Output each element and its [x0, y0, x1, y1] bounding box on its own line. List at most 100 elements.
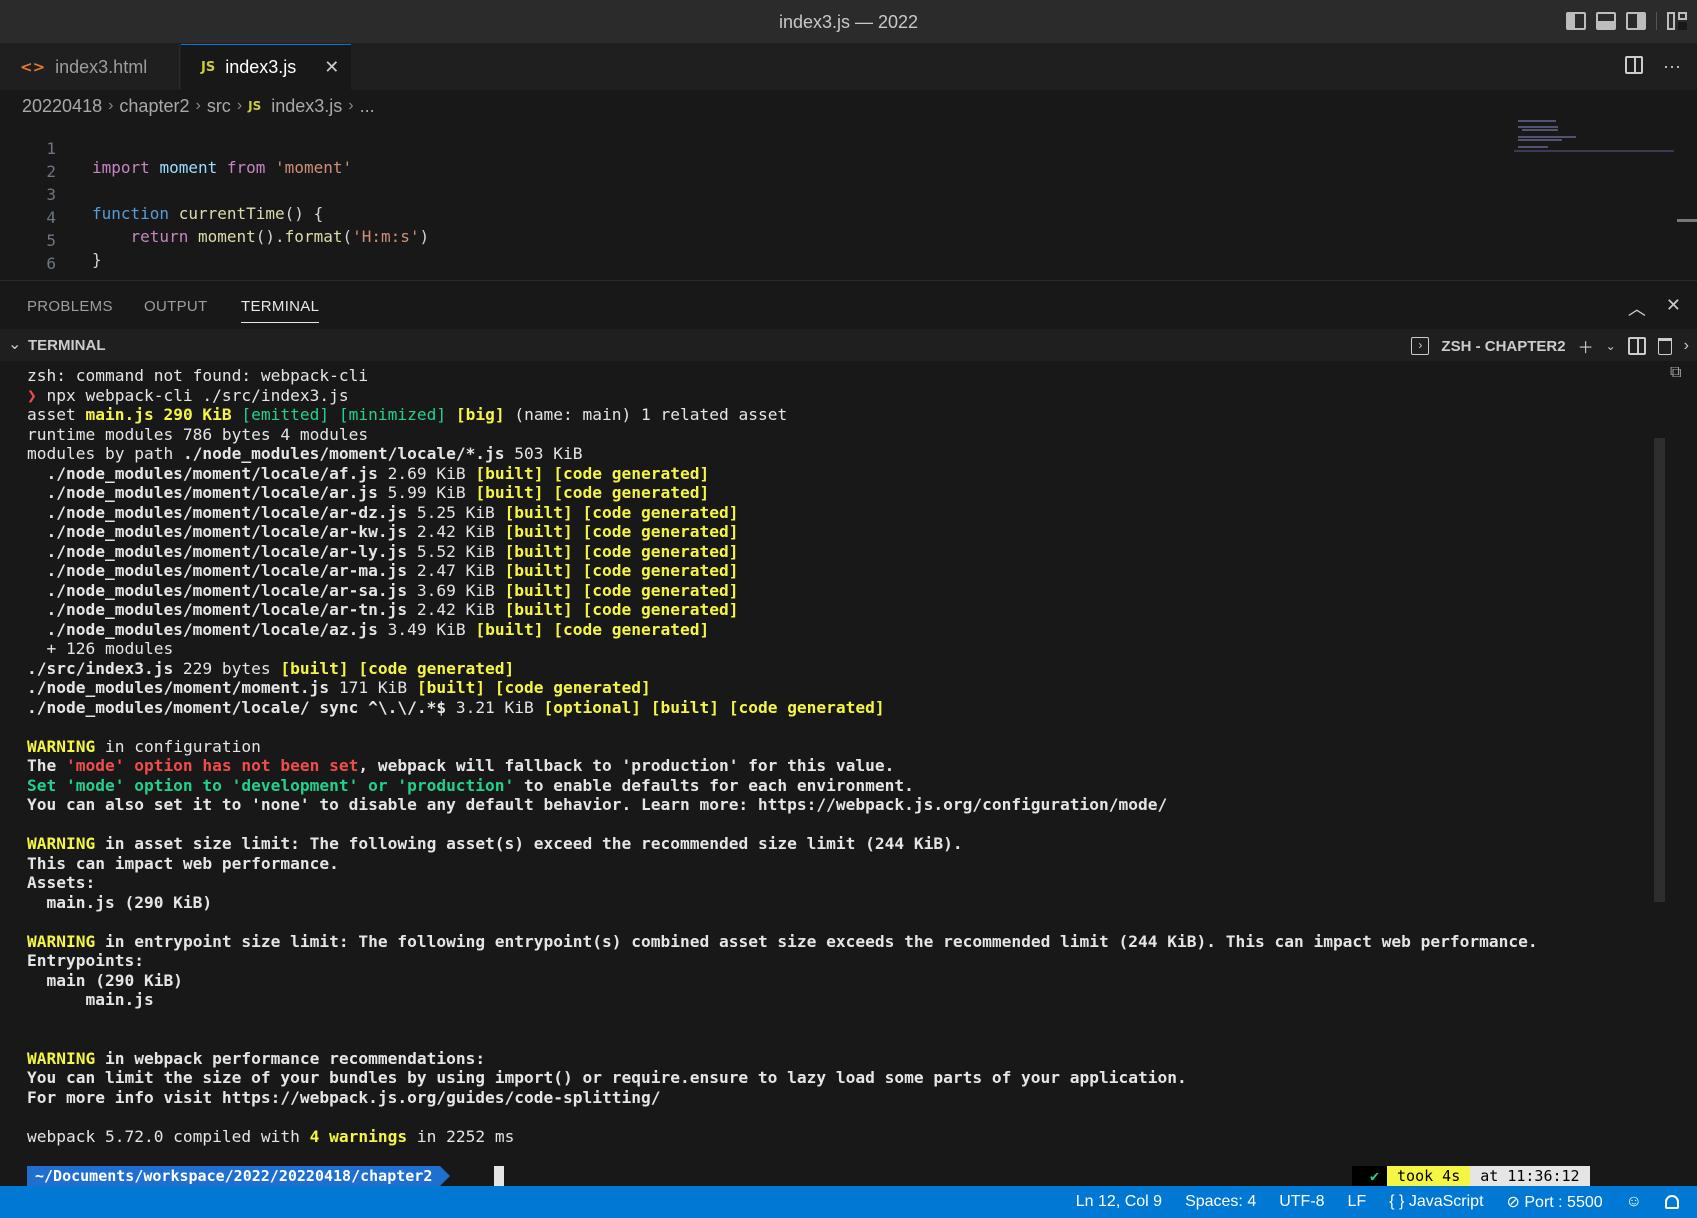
editor-actions: ··· [1625, 56, 1681, 77]
terminal-output[interactable]: zsh: command not found: webpack-cli ❯ np… [0, 366, 1660, 1192]
maximize-panel-icon[interactable]: ︿ [1628, 295, 1646, 321]
chevron-right-icon: › [108, 97, 114, 114]
code-line[interactable]: 4 return moment().format('H:m:s') [0, 189, 1480, 246]
terminal-line: WARNING in entrypoint size limit: The fo… [27, 931, 1538, 951]
code-line[interactable]: 2 [0, 143, 1480, 181]
terminal-line: ./node_modules/moment/locale/ sync ^\.\/… [27, 697, 885, 717]
toggle-primary-sidebar-icon[interactable] [1566, 12, 1586, 30]
close-panel-icon[interactable]: ✕ [1666, 295, 1681, 321]
code-line[interactable]: 6 [0, 235, 1480, 273]
terminal-line: asset main.js 290 KiB [emitted] [minimiz… [27, 405, 788, 424]
terminal-line: zsh: command not found: webpack-cli [27, 366, 369, 385]
terminal-line: ./src/index3.js 229 bytes [built] [code … [27, 658, 515, 678]
editor-tab-bar: <> index3.html JS index3.js ✕ ··· [0, 44, 1697, 90]
tab-terminal[interactable]: TERMINAL [241, 298, 320, 323]
split-terminal-icon[interactable] [1627, 337, 1646, 355]
language-mode[interactable]: { } JavaScript [1389, 1193, 1483, 1211]
chevron-right-icon: › [236, 97, 243, 114]
terminal-line: ❯ npx webpack-cli ./src/index3.js [27, 385, 349, 405]
success-check-icon: ✔ [1352, 1166, 1388, 1186]
terminal-prompt-icon: › [1411, 337, 1430, 355]
live-server-port[interactable]: ⊘ Port : 5500 [1507, 1192, 1603, 1212]
js-file-icon: JS [201, 60, 216, 75]
layout-divider [1656, 12, 1657, 30]
encoding[interactable]: UTF-8 [1279, 1193, 1324, 1211]
terminal-line: ./node_modules/moment/locale/ar-tn.js 2.… [27, 600, 739, 619]
tab-index3-js[interactable]: JS index3.js ✕ [181, 44, 351, 90]
tab-index3-html[interactable]: <> index3.html [0, 44, 180, 90]
panel-tabs: PROBLEMS OUTPUT TERMINAL ︿ ✕ [0, 281, 1697, 329]
terminal-line: main.js [27, 990, 154, 1009]
terminal-line: The 'mode' option has not been set, webp… [27, 756, 895, 775]
terminal-line: Set 'mode' option to 'development' or 'p… [27, 775, 914, 795]
terminal-line: You can also set it to 'none' to disable… [27, 795, 1168, 814]
terminal-toolbar: › ZSH - CHAPTER2 ＋ ⌄ › [1411, 334, 1689, 358]
terminal-shell-label[interactable]: ZSH - CHAPTER2 [1441, 338, 1565, 355]
terminal-line: main (290 KiB) [27, 970, 183, 990]
minimap-slider[interactable] [1514, 150, 1674, 152]
terminal-line: ./node_modules/moment/locale/af.js 2.69 … [27, 463, 710, 483]
customize-layout-icon[interactable] [1667, 12, 1687, 30]
toggle-panel-icon[interactable] [1596, 12, 1616, 30]
window-title: index3.js — 2022 [778, 12, 919, 32]
chevron-right-icon: › [195, 97, 201, 114]
terminal-line: WARNING in webpack performance recommend… [27, 1048, 486, 1068]
breadcrumb-item[interactable]: index3.js [271, 96, 342, 117]
terminal-scrollbar[interactable] [1654, 438, 1665, 902]
terminal-header: ⌄ TERMINAL › ZSH - CHAPTER2 ＋ ⌄ › [0, 329, 1697, 361]
terminal-line: + 126 modules [27, 639, 174, 658]
trash-icon[interactable] [1657, 337, 1672, 355]
no-entry-icon: ⊘ [1506, 1194, 1520, 1211]
command-duration: took 4s [1387, 1166, 1471, 1186]
cursor-position[interactable]: Ln 12, Col 9 [1076, 1193, 1162, 1211]
terminal-right-prompt: ✔ took 4s at 11:36:12 [1352, 1166, 1590, 1186]
terminal-line: Assets: [27, 873, 96, 892]
layout-controls [1566, 12, 1687, 30]
terminal-line: For more info visit https://webpack.js.o… [27, 1087, 661, 1107]
end-of-line[interactable]: LF [1348, 1193, 1367, 1211]
terminal-line: This can impact web performance. [27, 853, 339, 873]
close-icon[interactable]: ✕ [324, 57, 339, 78]
breadcrumb-item[interactable]: 20220418 [22, 96, 102, 117]
tab-label: index3.html [55, 56, 148, 77]
toggle-secondary-sidebar-icon[interactable] [1626, 12, 1646, 30]
terminal-line: main.js (290 KiB) [27, 892, 213, 912]
chevron-right-icon[interactable]: › [1684, 337, 1689, 355]
terminal-line: WARNING in configuration [27, 736, 261, 756]
chevron-down-icon[interactable]: ⌄ [1606, 339, 1616, 353]
code-editor[interactable]: 1 import moment from 'moment' 2 3 functi… [0, 120, 1697, 280]
braces-icon: { } [1389, 1193, 1405, 1210]
code-line[interactable]: 7 const div = document.createElement('di… [0, 258, 1480, 280]
terminal-prompt-path: ~/Documents/workspace/2022/20220418/chap… [27, 1166, 451, 1186]
feedback-icon[interactable]: ☺ [1626, 1193, 1642, 1211]
indentation[interactable]: Spaces: 4 [1185, 1193, 1256, 1211]
code-line[interactable]: 3 function currentTime() { [0, 166, 1480, 223]
terminal-line: ./node_modules/moment/locale/ar-sa.js 3.… [27, 580, 739, 600]
terminal-line: ./node_modules/moment/locale/az.js 3.49 … [27, 619, 710, 639]
terminal-cursor [494, 1166, 504, 1186]
prompt-icon: ❯ [27, 385, 37, 405]
title-bar: index3.js — 2022 [0, 0, 1697, 44]
editor-scrollbar[interactable] [1677, 219, 1697, 222]
minimap[interactable] [1514, 118, 1674, 158]
more-actions-icon[interactable]: ··· [1663, 56, 1681, 77]
terminal-line: ./node_modules/moment/locale/ar-ly.js 5.… [27, 541, 739, 561]
code-line[interactable]: 5 } [0, 212, 1480, 269]
terminal-title: TERMINAL [28, 337, 106, 354]
terminal-line: webpack 5.72.0 compiled with 4 warnings … [27, 1126, 515, 1146]
chevron-down-icon[interactable]: ⌄ [8, 334, 21, 354]
split-editor-icon[interactable] [1625, 56, 1644, 74]
code-line[interactable]: 1 import moment from 'moment' [0, 120, 1480, 177]
breadcrumb-item[interactable]: ... [360, 96, 375, 117]
tab-problems[interactable]: PROBLEMS [27, 298, 113, 315]
terminal-line: You can limit the size of your bundles b… [27, 1068, 1187, 1087]
new-terminal-icon[interactable]: ＋ [1578, 334, 1594, 358]
terminal-tabs-icon[interactable]: ⧉ [1670, 364, 1681, 381]
tab-output[interactable]: OUTPUT [144, 298, 207, 315]
bell-icon[interactable] [1665, 1195, 1679, 1209]
terminal-side-icons: ⧉ [1670, 364, 1681, 382]
terminal-line: Entrypoints: [27, 951, 144, 970]
breadcrumb-item[interactable]: chapter2 [119, 96, 189, 117]
breadcrumb-item[interactable]: src [207, 96, 231, 117]
breadcrumb: 20220418 › chapter2 › src › JS index3.js… [22, 94, 375, 118]
